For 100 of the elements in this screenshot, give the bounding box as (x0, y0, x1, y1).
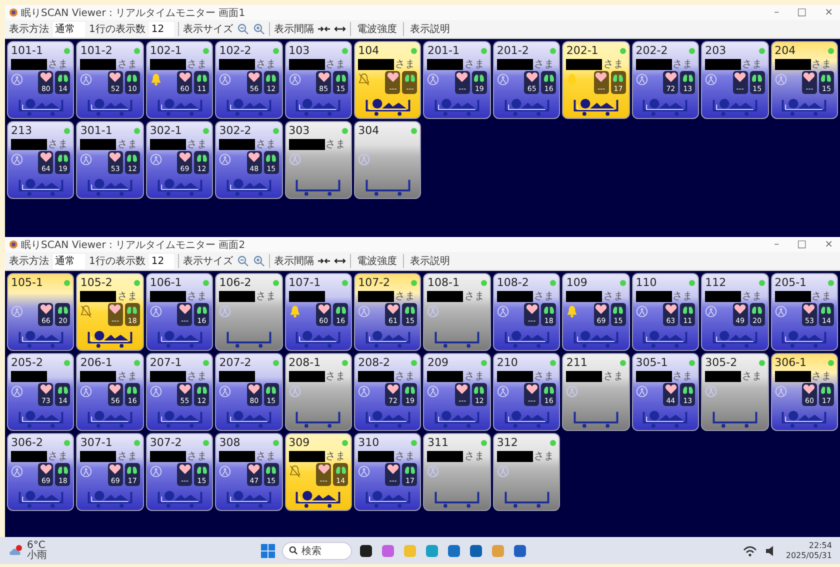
mail-icon[interactable] (468, 542, 484, 558)
display-size-label: 表示サイズ (183, 254, 234, 268)
bed-tile[interactable]: 304 (354, 121, 422, 199)
room-number: 105-1 (11, 276, 43, 289)
person-sensor-icon (11, 152, 23, 166)
status-dot (550, 360, 556, 366)
status-dot (689, 360, 696, 366)
display-spacing-label: 表示間隔 (274, 254, 314, 268)
status-dot (411, 128, 418, 134)
heart-icon (526, 384, 538, 395)
search-icon (289, 546, 298, 555)
heart-icon (109, 304, 122, 315)
status-dot (64, 360, 70, 366)
lungs-icon (612, 72, 624, 83)
maximize-button[interactable]: □ (794, 239, 810, 250)
heart-icon (248, 72, 260, 83)
bed-tile[interactable]: 108-1 さま (423, 273, 491, 351)
minimize-button[interactable]: – (771, 239, 782, 250)
heart-icon (109, 72, 122, 83)
room-number: 109 (566, 276, 588, 289)
lungs-icon (404, 464, 416, 475)
honorific-label: さま (603, 290, 624, 302)
status-dot (272, 360, 279, 366)
room-number: 205-2 (11, 356, 43, 369)
zoom-in-icon[interactable] (253, 23, 266, 35)
minimize-button[interactable]: – (771, 7, 782, 18)
zoom-out-icon[interactable] (237, 255, 250, 267)
person-sensor-icon (11, 72, 23, 86)
status-dot (272, 48, 279, 54)
lungs-icon (682, 72, 694, 83)
close-button[interactable]: × (822, 239, 836, 250)
file-icon[interactable] (358, 542, 374, 558)
store-icon[interactable] (446, 542, 462, 558)
search-field[interactable]: 検索 (282, 542, 352, 560)
bed-tile[interactable]: 211 さま (562, 353, 630, 431)
honorific-label: さま (326, 138, 346, 150)
status-dot (203, 360, 210, 366)
heart-icon (734, 304, 746, 315)
bed-tile[interactable]: 106-2 さま (215, 273, 283, 351)
person-sensor-icon (705, 72, 718, 86)
heart-icon (178, 304, 191, 315)
legend-button[interactable]: 表示説明 (408, 254, 452, 268)
signal-strength-button[interactable]: 電波強度 (355, 254, 400, 268)
honorific-label: さま (464, 290, 484, 302)
person-sensor-icon (219, 72, 232, 86)
person-sensor-icon (427, 384, 440, 398)
clock[interactable]: 22:54 2025/05/31 (786, 540, 832, 560)
person-sensor-icon (705, 304, 718, 318)
heart-icon (318, 464, 330, 475)
status-dot (342, 280, 348, 286)
honorific-label: さま (186, 290, 207, 302)
lungs-icon (334, 304, 347, 315)
heart-icon (386, 72, 399, 83)
room-number: 108-1 (427, 276, 460, 289)
bed-tile[interactable]: 305-2 さま (701, 353, 769, 431)
honorific-label: さま (117, 450, 138, 462)
tiles-per-row-dropdown[interactable]: 12 (149, 22, 174, 36)
legend-button[interactable]: 表示説明 (408, 22, 452, 36)
room-number: 306-1 (774, 356, 807, 369)
lungs-icon (265, 384, 278, 395)
heart-icon (40, 384, 52, 395)
bed-tile[interactable]: 303 さま (284, 121, 352, 199)
browser-icon[interactable] (424, 542, 440, 558)
bed-tile[interactable]: 208-1 さま (284, 353, 352, 431)
maximize-button[interactable]: □ (794, 7, 810, 18)
status-dot (620, 360, 626, 366)
person-sensor-icon (288, 152, 301, 166)
status-dot (272, 280, 279, 286)
lungs-icon (196, 152, 208, 163)
honorific-label: さま (186, 370, 207, 382)
lungs-icon (473, 384, 486, 395)
app-icon (9, 8, 18, 17)
honorific-label: さま (395, 58, 416, 70)
weather-text: 小雨 (27, 550, 47, 560)
display-mode-dropdown[interactable]: 通常 (53, 254, 85, 268)
document-icon[interactable] (512, 542, 528, 558)
status-dot (550, 280, 556, 286)
display-mode-dropdown[interactable]: 通常 (53, 22, 85, 36)
person-sensor-icon (219, 304, 232, 318)
honorific-label: さま (395, 290, 416, 302)
tiles-per-row-dropdown[interactable]: 12 (149, 254, 174, 268)
zoom-out-icon[interactable] (237, 23, 250, 35)
status-dot (480, 48, 487, 54)
signal-strength-button[interactable]: 電波強度 (355, 22, 400, 36)
lungs-icon (265, 72, 278, 83)
status-dot (64, 280, 70, 286)
bed-tile[interactable]: 312 さま (492, 433, 560, 511)
person-sensor-icon (496, 384, 509, 398)
status-dot (134, 280, 140, 286)
lungs-icon (196, 384, 208, 395)
close-button[interactable]: × (822, 7, 836, 18)
lungs-icon (751, 304, 764, 315)
bed-tile[interactable]: 311 さま (423, 433, 491, 511)
zoom-in-icon[interactable] (253, 255, 266, 267)
flower-icon[interactable] (380, 542, 396, 558)
room-number: 207-2 (219, 356, 252, 369)
start-icon[interactable] (260, 542, 276, 558)
lungs-icon (56, 384, 69, 395)
room-number: 302-2 (219, 124, 252, 137)
room-number: 307-2 (150, 436, 182, 449)
